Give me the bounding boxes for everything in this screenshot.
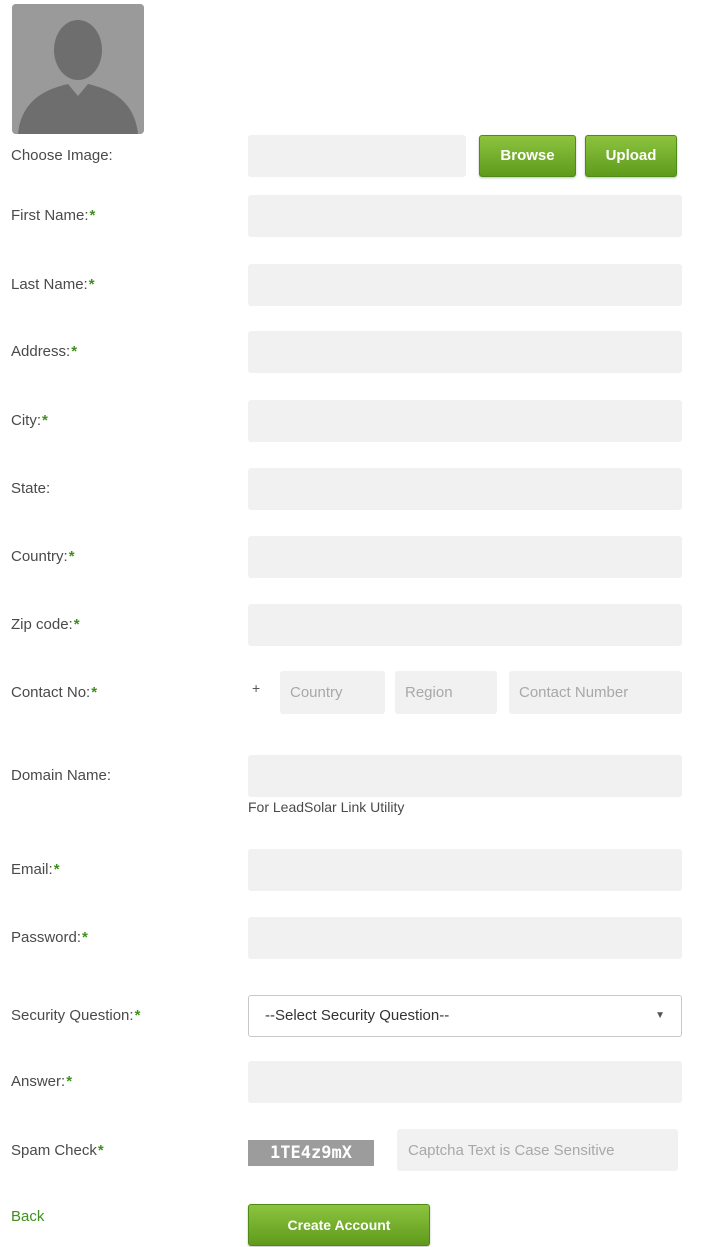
- domain-hint-text: For LeadSolar Link Utility: [248, 799, 405, 815]
- address-label: Address:*: [11, 343, 78, 360]
- city-input[interactable]: [248, 400, 682, 442]
- state-label: State:: [11, 480, 51, 497]
- country-input[interactable]: [248, 536, 682, 578]
- address-input[interactable]: [248, 331, 682, 373]
- security-question-selected-value: --Select Security Question--: [265, 1007, 450, 1024]
- city-label: City:*: [11, 412, 48, 429]
- captcha-image: 1TE4z9mX: [248, 1140, 374, 1166]
- answer-label: Answer:*: [11, 1073, 73, 1090]
- country-label: Country:*: [11, 548, 75, 565]
- caret-down-icon: ▼: [655, 1010, 665, 1021]
- password-input[interactable]: [248, 917, 682, 959]
- phone-number-input[interactable]: [509, 671, 682, 714]
- image-path-input[interactable]: [248, 135, 466, 177]
- last-name-input[interactable]: [248, 264, 682, 306]
- domain-name-input[interactable]: [248, 755, 682, 797]
- spam-check-label: Spam Check*: [11, 1142, 104, 1159]
- first-name-input[interactable]: [248, 195, 682, 237]
- security-question-select[interactable]: --Select Security Question-- ▼: [248, 995, 682, 1037]
- choose-image-label: Choose Image:: [11, 147, 113, 164]
- domain-name-label: Domain Name:: [11, 767, 112, 784]
- user-silhouette-icon: [12, 4, 144, 134]
- avatar-placeholder: [12, 4, 144, 134]
- browse-button[interactable]: Browse: [479, 135, 576, 177]
- zip-code-input[interactable]: [248, 604, 682, 646]
- last-name-label: Last Name:*: [11, 276, 95, 293]
- phone-region-code-input[interactable]: [395, 671, 497, 714]
- plus-sign: +: [252, 680, 261, 696]
- password-label: Password:*: [11, 929, 88, 946]
- captcha-input[interactable]: [397, 1129, 678, 1171]
- email-input[interactable]: [248, 849, 682, 891]
- first-name-label: First Name:*: [11, 207, 96, 224]
- create-account-button[interactable]: Create Account: [248, 1204, 430, 1246]
- answer-input[interactable]: [248, 1061, 682, 1103]
- security-question-label: Security Question:*: [11, 1007, 141, 1024]
- phone-country-code-input[interactable]: [280, 671, 385, 714]
- upload-button[interactable]: Upload: [585, 135, 677, 177]
- contact-number-label: Contact No:*: [11, 684, 98, 701]
- zip-code-label: Zip code:*: [11, 616, 80, 633]
- email-label: Email:*: [11, 861, 60, 878]
- back-link[interactable]: Back: [11, 1208, 44, 1225]
- state-input[interactable]: [248, 468, 682, 510]
